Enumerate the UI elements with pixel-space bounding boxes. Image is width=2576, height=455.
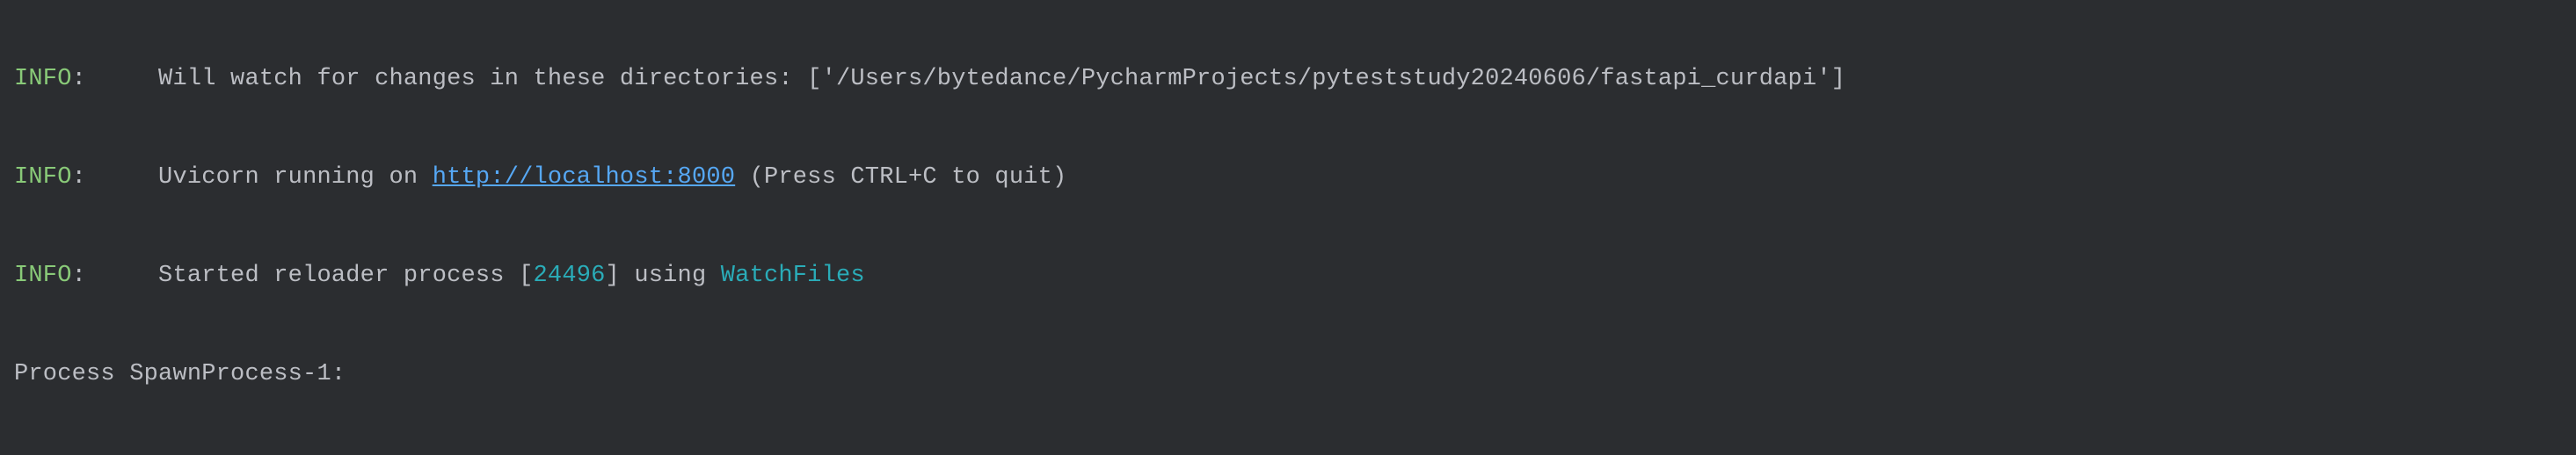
msg: Will watch for changes in these director… bbox=[158, 66, 1845, 92]
console-output: INFO: Will watch for changes in these di… bbox=[0, 0, 2576, 455]
level-info: INFO bbox=[14, 66, 72, 92]
msg-pre: Started reloader process [ bbox=[158, 263, 533, 289]
log-line-info-uvicorn: INFO: Uvicorn running on http://localhos… bbox=[14, 153, 2562, 202]
reloader-tool: WatchFiles bbox=[721, 263, 865, 289]
sep: : bbox=[72, 164, 158, 191]
msg-mid: ] using bbox=[606, 263, 721, 289]
msg-pre: Uvicorn running on bbox=[158, 164, 433, 191]
pid: 24496 bbox=[534, 263, 606, 289]
log-line-info-reloader: INFO: Started reloader process [24496] u… bbox=[14, 251, 2562, 300]
process-line: Process SpawnProcess-1: bbox=[14, 350, 2562, 399]
sep: : bbox=[72, 66, 158, 92]
log-line-info-watch: INFO: Will watch for changes in these di… bbox=[14, 54, 2562, 104]
server-url-link[interactable]: http://localhost:8000 bbox=[433, 164, 735, 191]
level-info: INFO bbox=[14, 164, 72, 191]
sep: : bbox=[72, 263, 158, 289]
level-info: INFO bbox=[14, 263, 72, 289]
msg-post: (Press CTRL+C to quit) bbox=[735, 164, 1066, 191]
traceback-header: Traceback (most recent call last): bbox=[14, 448, 2562, 455]
